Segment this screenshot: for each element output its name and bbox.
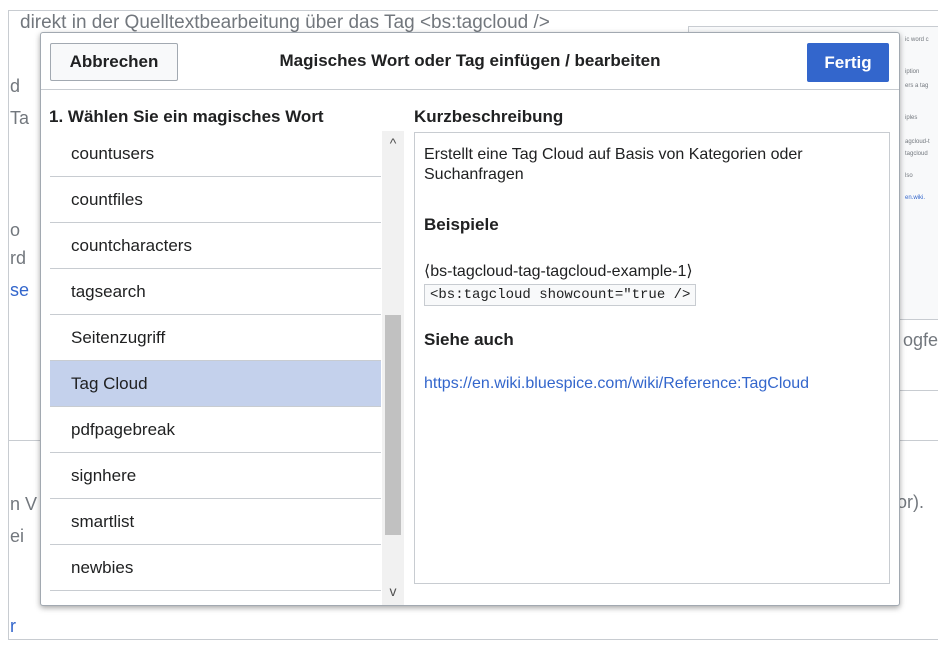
examples-heading: Beispiele xyxy=(424,215,499,234)
background-fragment: Ta xyxy=(10,108,30,128)
help-panel-line: iption xyxy=(905,69,920,75)
background-fragment: d xyxy=(10,76,21,96)
background-fragment: rd xyxy=(10,248,27,268)
background-link-fragment: se xyxy=(10,280,30,300)
see-also-heading: Siehe auch xyxy=(424,330,514,349)
help-panel-line: lso xyxy=(905,173,913,179)
help-panel-line: ic word c xyxy=(905,37,929,43)
list-item[interactable]: newbies xyxy=(50,545,381,591)
done-button[interactable]: Fertig xyxy=(807,43,889,82)
magic-word-list[interactable]: countusers countfiles countcharacters ta… xyxy=(50,131,381,605)
background-input-text: ogfe xyxy=(903,330,938,350)
background-fragment: n V xyxy=(10,494,38,514)
background-fragment: ei xyxy=(10,526,25,546)
magic-word-dialog: Abbrechen Magisches Wort oder Tag einfüg… xyxy=(40,32,900,606)
chevron-down-icon[interactable]: v xyxy=(382,583,404,599)
help-panel-link: en.wiki. xyxy=(905,195,926,201)
dialog-title: Magisches Wort oder Tag einfügen / bearb… xyxy=(279,51,661,70)
background-right-text: or). xyxy=(897,492,924,512)
help-panel-line: ers a tag xyxy=(905,83,929,89)
list-item[interactable]: signhere xyxy=(50,453,381,499)
description-panel: Erstellt eine Tag Cloud auf Basis von Ka… xyxy=(414,132,890,584)
list-item[interactable]: tagsearch xyxy=(50,269,381,315)
description-heading: Kurzbeschreibung xyxy=(414,107,564,126)
help-panel-line: tagcloud xyxy=(905,151,928,157)
list-item[interactable]: pdfpagebreak xyxy=(50,407,381,453)
list-scrollbar[interactable]: ^ v xyxy=(382,131,404,605)
example-label: ⟨bs-tagcloud-tag-tagcloud-example-1⟩ xyxy=(424,263,693,280)
background-link-fragment: r xyxy=(10,616,16,636)
background-fragment: o xyxy=(10,220,21,240)
background-top-text: direkt in der Quelltextbearbeitung über … xyxy=(20,12,550,33)
example-code: <bs:tagcloud showcount="true /> xyxy=(424,284,697,306)
dialog-header: Abbrechen Magisches Wort oder Tag einfüg… xyxy=(41,33,899,90)
scrollbar-thumb[interactable] xyxy=(385,315,401,535)
help-panel-line: agcloud-t xyxy=(905,139,930,145)
list-item[interactable]: countfiles xyxy=(50,177,381,223)
help-panel-line: iples xyxy=(905,115,918,121)
list-item[interactable]: smartlist xyxy=(50,499,381,545)
description-text: Erstellt eine Tag Cloud auf Basis von Ka… xyxy=(424,146,803,183)
see-also-link[interactable]: https://en.wiki.bluespice.com/wiki/Refer… xyxy=(424,375,809,393)
list-item[interactable]: countcharacters xyxy=(50,223,381,269)
list-item[interactable]: Seitenzugriff xyxy=(50,315,381,361)
magic-word-list-heading: 1. Wählen Sie ein magisches Wort xyxy=(49,107,324,126)
list-item[interactable]: countusers xyxy=(50,131,381,177)
list-item-selected[interactable]: Tag Cloud xyxy=(50,361,381,407)
chevron-up-icon[interactable]: ^ xyxy=(382,135,404,151)
